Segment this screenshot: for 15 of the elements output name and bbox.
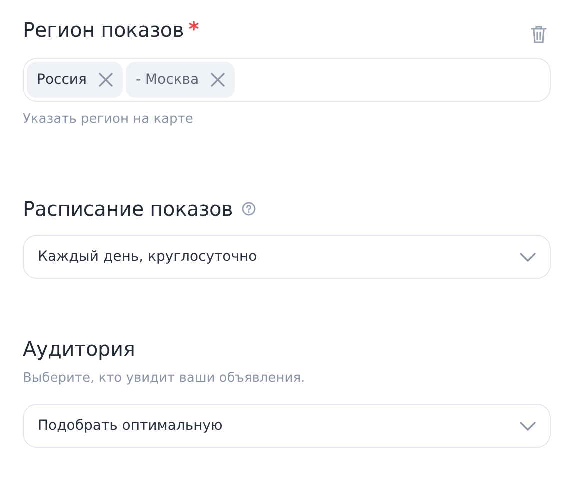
close-icon[interactable] xyxy=(211,73,226,87)
section-title: Расписание показов xyxy=(23,197,234,221)
section-title: Регион показов xyxy=(23,18,184,42)
close-icon[interactable] xyxy=(98,73,113,87)
region-chip[interactable]: Россия xyxy=(27,62,123,98)
region-chip[interactable]: - Москва xyxy=(126,62,236,98)
dropdown-field[interactable]: Подобрать оптимальную xyxy=(23,404,551,448)
help-icon[interactable] xyxy=(242,202,256,216)
region-field[interactable]: Россия - Москва xyxy=(23,58,551,102)
chevron-down-icon xyxy=(520,422,536,430)
chevron-down-icon xyxy=(520,252,536,262)
section-title: Аудитория xyxy=(23,337,136,361)
dropdown-field[interactable]: Каждый день, круглосуточно xyxy=(23,235,551,279)
hint-text: Выберите, кто увидит ваши объявления. xyxy=(23,371,306,386)
trash-icon[interactable] xyxy=(531,24,547,44)
